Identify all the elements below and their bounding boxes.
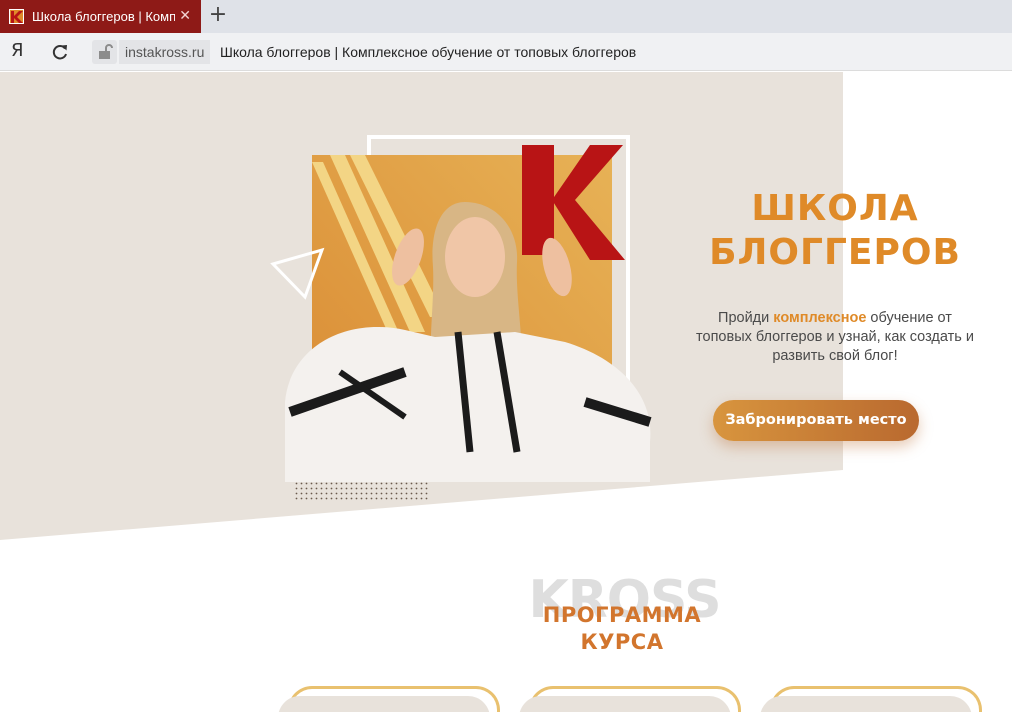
tab-bar: Школа блоггеров | Комплексное обучение о… bbox=[0, 0, 1012, 33]
program-card[interactable] bbox=[760, 686, 982, 712]
lock-icon[interactable] bbox=[92, 40, 117, 64]
program-title-line2: КУРСА bbox=[580, 630, 664, 654]
open-lock-icon bbox=[99, 44, 113, 59]
yandex-icon[interactable]: Я bbox=[11, 40, 31, 64]
hero-text-highlight: комплексное bbox=[773, 310, 867, 326]
hero-photo bbox=[270, 135, 652, 502]
site-favicon-icon bbox=[9, 9, 24, 24]
program-card[interactable] bbox=[278, 686, 500, 712]
url-domain[interactable]: instakross.ru bbox=[119, 40, 211, 64]
program-section-title: ПРОГРАММА КУРСА bbox=[512, 602, 732, 656]
hero-title-line1: ШКОЛА bbox=[751, 188, 919, 229]
program-card[interactable] bbox=[519, 686, 741, 712]
address-bar: Я instakross.ru Школа блоггеров | Компле… bbox=[0, 33, 1012, 71]
hero-text-before: Пройди bbox=[718, 310, 774, 326]
program-title-line1: ПРОГРАММА bbox=[542, 603, 702, 627]
new-tab-plus-icon[interactable]: + bbox=[207, 4, 229, 26]
hero-title: ШКОЛА БЛОГГЕРОВ bbox=[690, 187, 980, 275]
hero-description: Пройди комплексное обучение от топовых б… bbox=[690, 309, 980, 366]
close-tab-icon[interactable]: ✕ bbox=[179, 7, 191, 24]
web-page: ШКОЛА БЛОГГЕРОВ Пройди комплексное обуче… bbox=[0, 72, 1012, 712]
reload-icon[interactable] bbox=[49, 41, 71, 63]
url-page-title[interactable]: Школа блоггеров | Комплексное обучение о… bbox=[220, 40, 636, 64]
tab-title: Школа блоггеров | Комплексное обучение о… bbox=[32, 9, 175, 24]
hero-title-line2: БЛОГГЕРОВ bbox=[709, 232, 961, 273]
book-seat-button[interactable]: Забронировать место bbox=[713, 400, 919, 441]
browser-tab-active[interactable]: Школа блоггеров | Комплексное обучение о… bbox=[0, 0, 201, 33]
